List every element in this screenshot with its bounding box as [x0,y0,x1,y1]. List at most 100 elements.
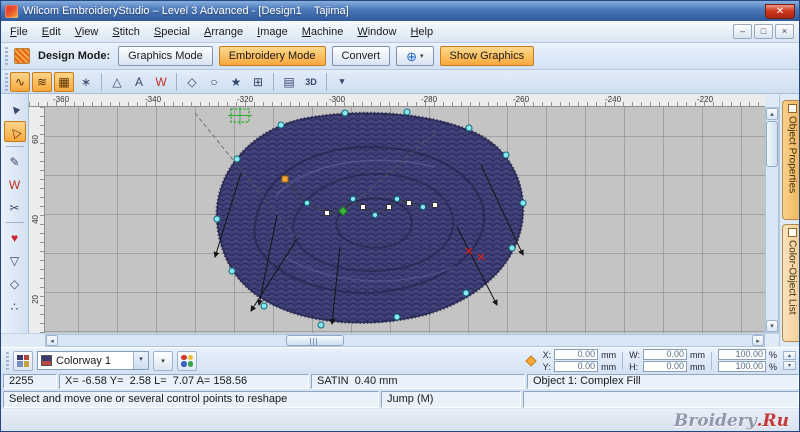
restore-button[interactable]: □ [754,24,773,39]
selected-object-info: Object 1: Complex Fill [527,374,799,389]
y-unit: mm [601,361,617,372]
grid-toggle-icon[interactable]: ▤ [279,72,299,92]
menu-item-stitch[interactable]: Stitch [105,23,147,41]
design-canvas-svg [194,107,527,329]
menu-item-file[interactable]: File [3,23,35,41]
toolbar-grip[interactable] [5,47,8,65]
status-bar: 2255 X= -6.58 Y= 2.58 L= 7.07 A= 158.56 … [1,373,799,390]
stitch-icon-toolbar: ∿ ≋ ▦ ∗ △ A W ◇ ○ ★ ⊞ ▤ 3D ▾ [1,70,799,94]
spin-down-icon[interactable]: ▾ [783,361,796,370]
x-field[interactable]: 0.00 [554,349,599,360]
toolbox-column: ▲ △ ✎ W ✂ ♥ ▽ ◇ ∴ [1,94,29,333]
reshape-tool-icon[interactable]: △ [3,121,26,142]
h-ruler-label: -300 [329,95,346,104]
design-canvas[interactable] [45,107,765,333]
scroll-left-icon[interactable]: ◂ [46,335,58,346]
stitch-count: 2255 [3,374,57,389]
globe-icon: ⊕ [406,48,417,64]
colorway-editor-button[interactable] [13,350,33,371]
scroll-right-icon[interactable]: ▸ [752,335,764,346]
menu-item-window[interactable]: Window [350,23,403,41]
menu-item-help[interactable]: Help [403,23,440,41]
menu-items: File Edit View Stitch Special Arrange Image Mac… [3,23,440,41]
select-tool-icon[interactable]: ▲ [4,98,26,119]
hint-text: Select and move one or several control p… [3,391,379,408]
caret-down-icon: ▾ [419,53,424,60]
stitch-points-tool-icon[interactable]: ∴ [4,296,26,317]
tab-object-properties[interactable]: Object Properties [782,100,799,220]
outline-icon[interactable]: ○ [204,72,224,92]
run-stitch-icon[interactable]: ∿ [10,71,30,92]
digitize-tool-icon[interactable]: ✎ [4,151,26,172]
horizontal-scroll-thumb[interactable] [286,335,344,346]
knife-tool-icon[interactable]: ✂ [4,197,26,218]
horizontal-scrollbar[interactable]: ◂ ▸ [45,334,765,347]
column-shape-icon[interactable]: △ [107,72,127,92]
satin-stitch-icon[interactable]: ≋ [32,71,52,92]
convert-button[interactable]: Convert [331,46,391,66]
transform-anchor-icon[interactable] [524,354,537,367]
lettering-icon[interactable]: A [129,72,149,92]
spin-up-icon[interactable]: ▴ [783,351,796,360]
applique-icon[interactable]: ◇ [182,72,202,92]
vertical-scroll-thumb[interactable] [766,121,778,167]
shape-tool-icon[interactable]: ♥ [4,227,26,248]
scroll-down-icon[interactable]: ▾ [766,320,778,332]
h-ruler-label: -320 [237,95,254,104]
colorway-caret-icon[interactable]: ▾ [133,352,148,369]
v-ruler-label: 40 [31,215,40,224]
minimize-button[interactable]: – [733,24,752,39]
colorway-select[interactable]: Colorway 1 ▾ [37,351,149,370]
mesh-icon[interactable]: ⊞ [248,72,268,92]
show-graphics-button[interactable]: Show Graphics [439,46,535,66]
scale-x-field[interactable]: 100.00 [717,349,766,360]
triangle-tool-icon[interactable]: ▽ [4,250,26,271]
motif-run-icon[interactable]: ∗ [76,72,96,92]
mode-toolbar: Design Mode: Graphics Mode Embroidery Mo… [1,43,799,70]
colorway-grid-icon [17,354,29,367]
colorway-swatch-icon [41,355,52,366]
toolbox: ▲ △ ✎ W ✂ ♥ ▽ ◇ ∴ [1,94,28,317]
h-ruler-label: -240 [605,95,622,104]
toolbar-grip[interactable] [6,351,9,370]
color-palette-button[interactable] [177,350,197,371]
h-ruler-label: -360 [53,95,70,104]
scale-y-field[interactable]: 100.00 [717,361,766,372]
tab-color-object-list[interactable]: Color-Object List [782,224,799,342]
x-unit: mm [601,349,617,360]
tatami-fill-icon[interactable]: ▦ [54,71,74,92]
3d-view-icon[interactable]: 3D [301,72,321,92]
panel-icon [787,228,797,237]
close-button[interactable]: ✕ [765,3,795,19]
menu-item-view[interactable]: View [68,23,106,41]
menu-item-special[interactable]: Special [147,23,197,41]
h-ruler-label: -280 [421,95,438,104]
x-label: X: [542,349,552,360]
embroidery-object[interactable] [215,111,525,324]
menu-item-edit[interactable]: Edit [35,23,68,41]
h-ruler-label: -340 [145,95,162,104]
h-ruler: -360 -340 -320 -300 -280 -260 -240 -220 [29,94,765,107]
vertical-scrollbar[interactable]: ▴ ▾ [765,107,779,333]
diamond-tool-icon[interactable]: ◇ [4,273,26,294]
star-fill-icon[interactable]: ★ [226,72,246,92]
y-field[interactable]: 0.00 [554,361,599,372]
scale-spinner[interactable]: ▴ ▾ [783,351,796,370]
hoop-globe-button[interactable]: ⊕ ▾ [396,46,434,66]
menu-item-machine[interactable]: Machine [295,23,351,41]
w-label: W: [629,349,640,360]
embroidery-mode-button[interactable]: Embroidery Mode [218,46,326,66]
toolbar-grip[interactable] [5,72,8,91]
lettering-tool-icon[interactable]: W [4,174,26,195]
close-window-button[interactable]: × [775,24,794,39]
stitch-toolbar: ∿ ≋ ▦ ∗ △ A W ◇ ○ ★ ⊞ ▤ 3D ▾ [10,71,352,92]
fusion-fill-icon[interactable]: W [151,72,171,92]
menu-item-image[interactable]: Image [250,23,295,41]
scroll-up-icon[interactable]: ▴ [766,108,778,120]
w-field[interactable]: 0.00 [642,349,687,360]
colorway-menu-button[interactable]: ▾ [153,350,173,371]
toolbar-options-icon[interactable]: ▾ [332,72,352,92]
h-field[interactable]: 0.00 [642,361,687,372]
menu-item-arrange[interactable]: Arrange [197,23,250,41]
graphics-mode-button[interactable]: Graphics Mode [118,46,213,66]
